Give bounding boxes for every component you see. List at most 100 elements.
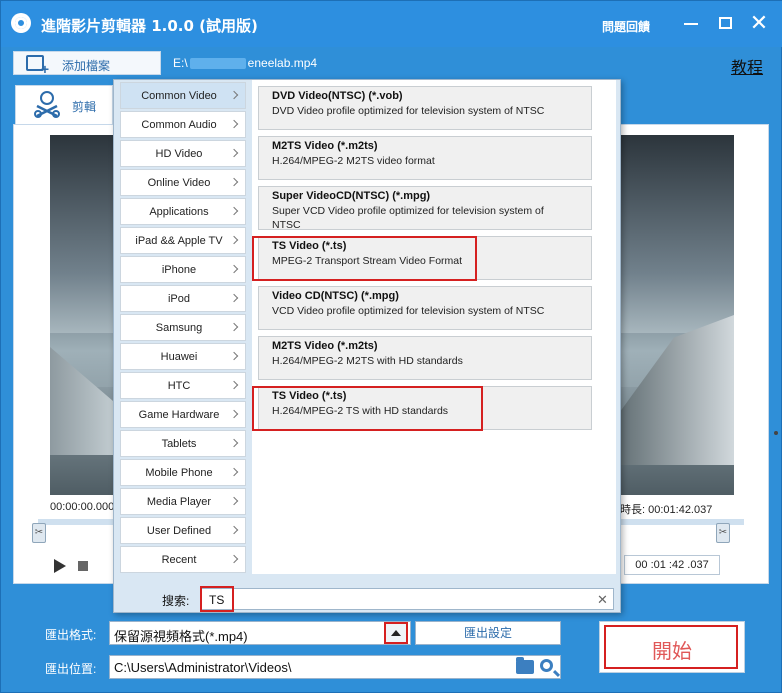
category-label: Mobile Phone: [145, 467, 213, 479]
category-item[interactable]: Online Video: [120, 169, 246, 196]
app-logo-icon: [11, 13, 31, 33]
category-label: HTC: [167, 380, 191, 392]
category-label: User Defined: [146, 525, 212, 537]
feedback-link[interactable]: 問題回饋: [602, 18, 650, 35]
folder-icon[interactable]: [516, 657, 534, 674]
category-label: Samsung: [155, 322, 203, 334]
format-title: Super VideoCD(NTSC) (*.mpg): [272, 190, 431, 202]
category-item[interactable]: iPad && Apple TV: [120, 227, 246, 254]
category-label: iPad && Apple TV: [135, 235, 223, 247]
duration-label: 時長: 00:01:42.037: [620, 504, 713, 516]
maximize-icon: [718, 17, 732, 29]
category-label: Common Audio: [141, 119, 217, 131]
app-window: 進階影片剪輯器 1.0.0 (試用版) 問題回饋 ✕ 添加檔案 E:\ eneel…: [0, 0, 782, 693]
add-file-button[interactable]: 添加檔案: [13, 51, 161, 77]
format-item[interactable]: Video CD(NTSC) (*.mpg) VCD Video profile …: [258, 286, 592, 330]
tab-edit-label: 剪輯: [72, 100, 97, 114]
format-dropdown-button[interactable]: [384, 622, 408, 644]
category-item[interactable]: Samsung: [120, 314, 246, 341]
start-label: 開始: [652, 639, 692, 663]
redacted-filename: [189, 58, 246, 70]
export-location-value: C:\Users\Administrator\Videos\: [114, 660, 292, 675]
format-list: DVD Video(NTSC) (*.vob) DVD Video profile…: [252, 80, 616, 574]
file-path-suffix: eneelab.mp4: [247, 56, 318, 70]
category-item[interactable]: Media Player: [120, 488, 246, 515]
tutorial-link[interactable]: 教程: [731, 54, 763, 78]
start-button[interactable]: 開始: [599, 621, 745, 673]
export-format-value: 保留源視頻格式(*.mp4): [114, 629, 248, 644]
search-label: 搜索:: [162, 594, 190, 608]
format-item[interactable]: DVD Video(NTSC) (*.vob) DVD Video profile…: [258, 86, 592, 130]
scissors-icon: [34, 91, 60, 118]
highlight-ts-video-hd: [252, 386, 483, 431]
category-label: iPod: [167, 293, 191, 305]
category-label: Game Hardware: [138, 409, 220, 421]
format-item[interactable]: M2TS Video (*.m2ts) H.264/MPEG-2 M2TS vid…: [258, 136, 592, 180]
category-label: iPhone: [161, 264, 197, 276]
maximize-button[interactable]: [713, 11, 737, 35]
category-label: HD Video: [155, 148, 203, 160]
trim-end-handle[interactable]: ✂: [716, 523, 730, 543]
category-item[interactable]: Game Hardware: [120, 401, 246, 428]
export-location-label: 匯出位置:: [45, 662, 97, 676]
search-icon[interactable]: [540, 659, 553, 672]
stop-icon[interactable]: [78, 561, 88, 571]
search-row: 搜索: TS ✕: [114, 586, 620, 612]
export-settings-button[interactable]: 匯出設定: [415, 621, 561, 645]
format-item[interactable]: Super VideoCD(NTSC) (*.mpg) Super VCD Vid…: [258, 186, 592, 231]
category-item[interactable]: Huawei: [120, 343, 246, 370]
add-file-icon: [26, 55, 49, 77]
format-description: Super VCD Video profile optimized for te…: [272, 205, 544, 231]
format-title: M2TS Video (*.m2ts): [272, 340, 378, 352]
category-item[interactable]: iPod: [120, 285, 246, 312]
end-time-field[interactable]: 00 :01 :42 .037: [624, 555, 720, 575]
highlight-ts-video: [252, 236, 477, 281]
format-popup: Common Video Common Audio HD Video Online V…: [113, 79, 621, 613]
format-title: M2TS Video (*.m2ts): [272, 140, 378, 152]
export-location-field[interactable]: C:\Users\Administrator\Videos\: [109, 655, 561, 679]
category-label: Online Video: [147, 177, 211, 189]
start-time: 00:00:00.000: [50, 501, 115, 513]
category-item[interactable]: HTC: [120, 372, 246, 399]
category-item[interactable]: iPhone: [120, 256, 246, 283]
format-item[interactable]: M2TS Video (*.m2ts) H.264/MPEG-2 M2TS wit…: [258, 336, 592, 380]
category-item[interactable]: HD Video: [120, 140, 246, 167]
category-item[interactable]: User Defined: [120, 517, 246, 544]
format-title: Video CD(NTSC) (*.mpg): [272, 290, 399, 302]
category-label: Huawei: [160, 351, 198, 363]
format-title: DVD Video(NTSC) (*.vob): [272, 90, 403, 102]
minimize-button[interactable]: [679, 11, 703, 35]
file-path-prefix: E:\: [173, 56, 188, 70]
tab-edit[interactable]: 剪輯: [15, 85, 113, 125]
file-path: E:\ eneelab.mp4: [173, 56, 317, 70]
category-label: Applications: [149, 206, 209, 218]
play-icon[interactable]: [54, 559, 66, 573]
export-format-label: 匯出格式:: [45, 628, 97, 642]
caret-up-icon: [391, 630, 401, 636]
category-label: Recent: [161, 554, 197, 566]
category-label: Common Video: [141, 90, 217, 102]
category-item[interactable]: Tablets: [120, 430, 246, 457]
category-item[interactable]: Applications: [120, 198, 246, 225]
search-highlight: [200, 586, 234, 612]
app-title: 進階影片剪輯器 1.0.0 (試用版): [41, 17, 258, 35]
category-item[interactable]: Common Video: [120, 82, 246, 109]
category-item[interactable]: Recent: [120, 546, 246, 573]
category-label: Media Player: [146, 496, 212, 508]
title-bar: 進階影片剪輯器 1.0.0 (試用版) 問題回饋 ✕: [1, 1, 782, 47]
add-file-label: 添加檔案: [62, 59, 111, 73]
clear-search-icon[interactable]: ✕: [597, 592, 608, 608]
format-description: VCD Video profile optimized for televisi…: [272, 305, 545, 317]
search-input[interactable]: TS ✕: [200, 588, 614, 610]
category-item[interactable]: Common Audio: [120, 111, 246, 138]
scroll-indicator: [774, 431, 778, 435]
format-description: DVD Video profile optimized for televisi…: [272, 105, 545, 117]
category-item[interactable]: Mobile Phone: [120, 459, 246, 486]
export-format-select[interactable]: 保留源視頻格式(*.mp4): [109, 621, 411, 645]
close-button[interactable]: ✕: [747, 11, 771, 35]
minimize-icon: [684, 23, 698, 25]
category-label: Tablets: [161, 438, 197, 450]
format-description: H.264/MPEG-2 M2TS with HD standards: [272, 355, 463, 367]
trim-start-handle[interactable]: ✂: [32, 523, 46, 543]
format-description: H.264/MPEG-2 M2TS video format: [272, 155, 435, 167]
